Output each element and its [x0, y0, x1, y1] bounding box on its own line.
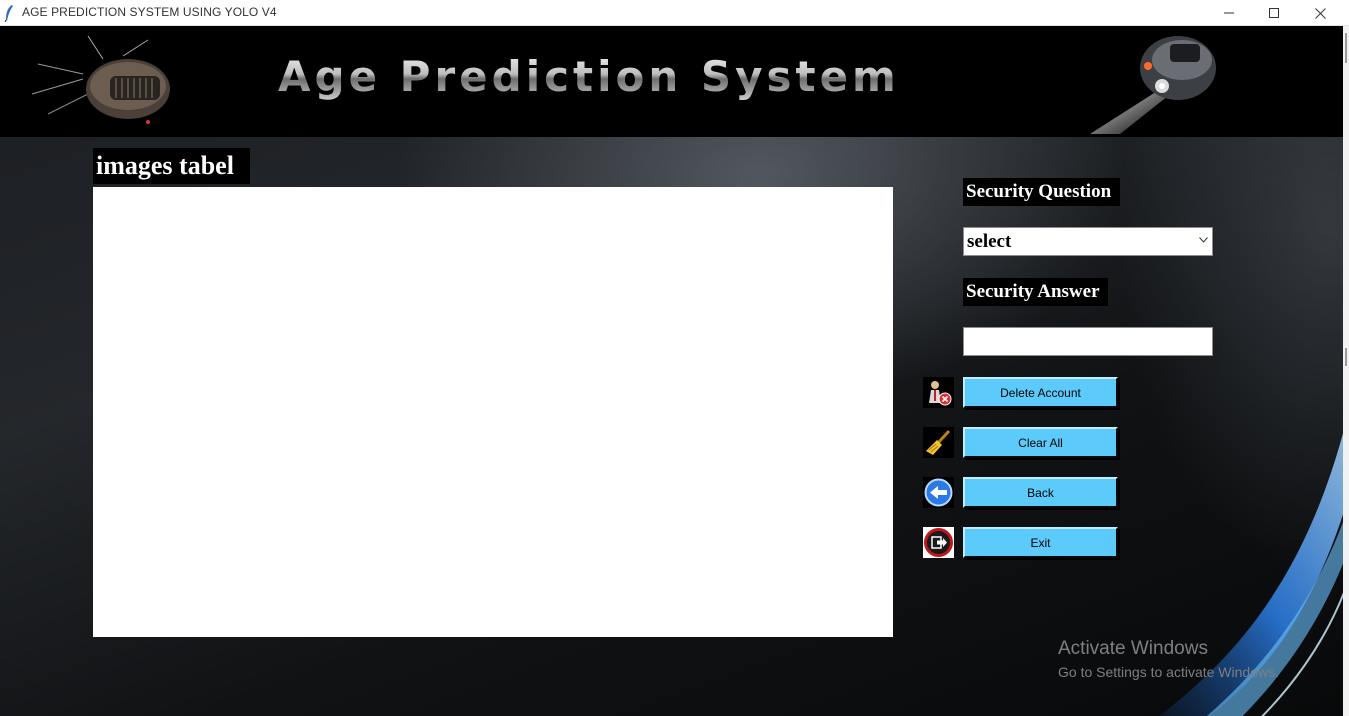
exit-icon [923, 527, 954, 558]
maximize-button[interactable] [1251, 0, 1297, 26]
exit-button[interactable]: Exit [963, 527, 1118, 558]
window-right-edge [1343, 26, 1349, 716]
robot-bug-image [31, 35, 170, 124]
activation-watermark-subtitle: Go to Settings to activate Windows. [1058, 664, 1279, 680]
app-window: Age Prediction System images tabel Secur… [0, 26, 1343, 716]
back-arrow-icon [923, 477, 954, 508]
banner: Age Prediction System [0, 26, 1343, 137]
security-answer-label: Security Answer [963, 278, 1108, 306]
delete-user-icon [923, 377, 954, 408]
minimize-icon [1224, 12, 1234, 14]
security-answer-input[interactable] [963, 327, 1213, 356]
close-icon [1314, 7, 1326, 19]
window-title: AGE PREDICTION SYSTEM USING YOLO V4 [22, 5, 277, 19]
close-button[interactable] [1297, 0, 1343, 26]
security-question-select[interactable]: select [963, 227, 1213, 256]
maximize-icon [1269, 8, 1279, 18]
broom-icon [923, 427, 954, 458]
chevron-down-icon [1199, 237, 1208, 243]
images-table[interactable] [93, 187, 893, 637]
security-question-selected: select [967, 231, 1012, 252]
minimize-button[interactable] [1206, 0, 1252, 26]
delete-account-button[interactable]: Delete Account [963, 377, 1118, 408]
activation-watermark-title: Activate Windows [1058, 638, 1208, 659]
security-question-label: Security Question [963, 178, 1120, 206]
clear-all-button[interactable]: Clear All [963, 427, 1118, 458]
banner-title: Age Prediction System [278, 52, 900, 101]
feather-icon [4, 5, 13, 22]
window-title-bar: AGE PREDICTION SYSTEM USING YOLO V4 [0, 0, 1349, 26]
robot-helmet-image [1090, 36, 1216, 134]
images-table-label: images tabel [93, 148, 250, 184]
back-button[interactable]: Back [963, 477, 1118, 508]
